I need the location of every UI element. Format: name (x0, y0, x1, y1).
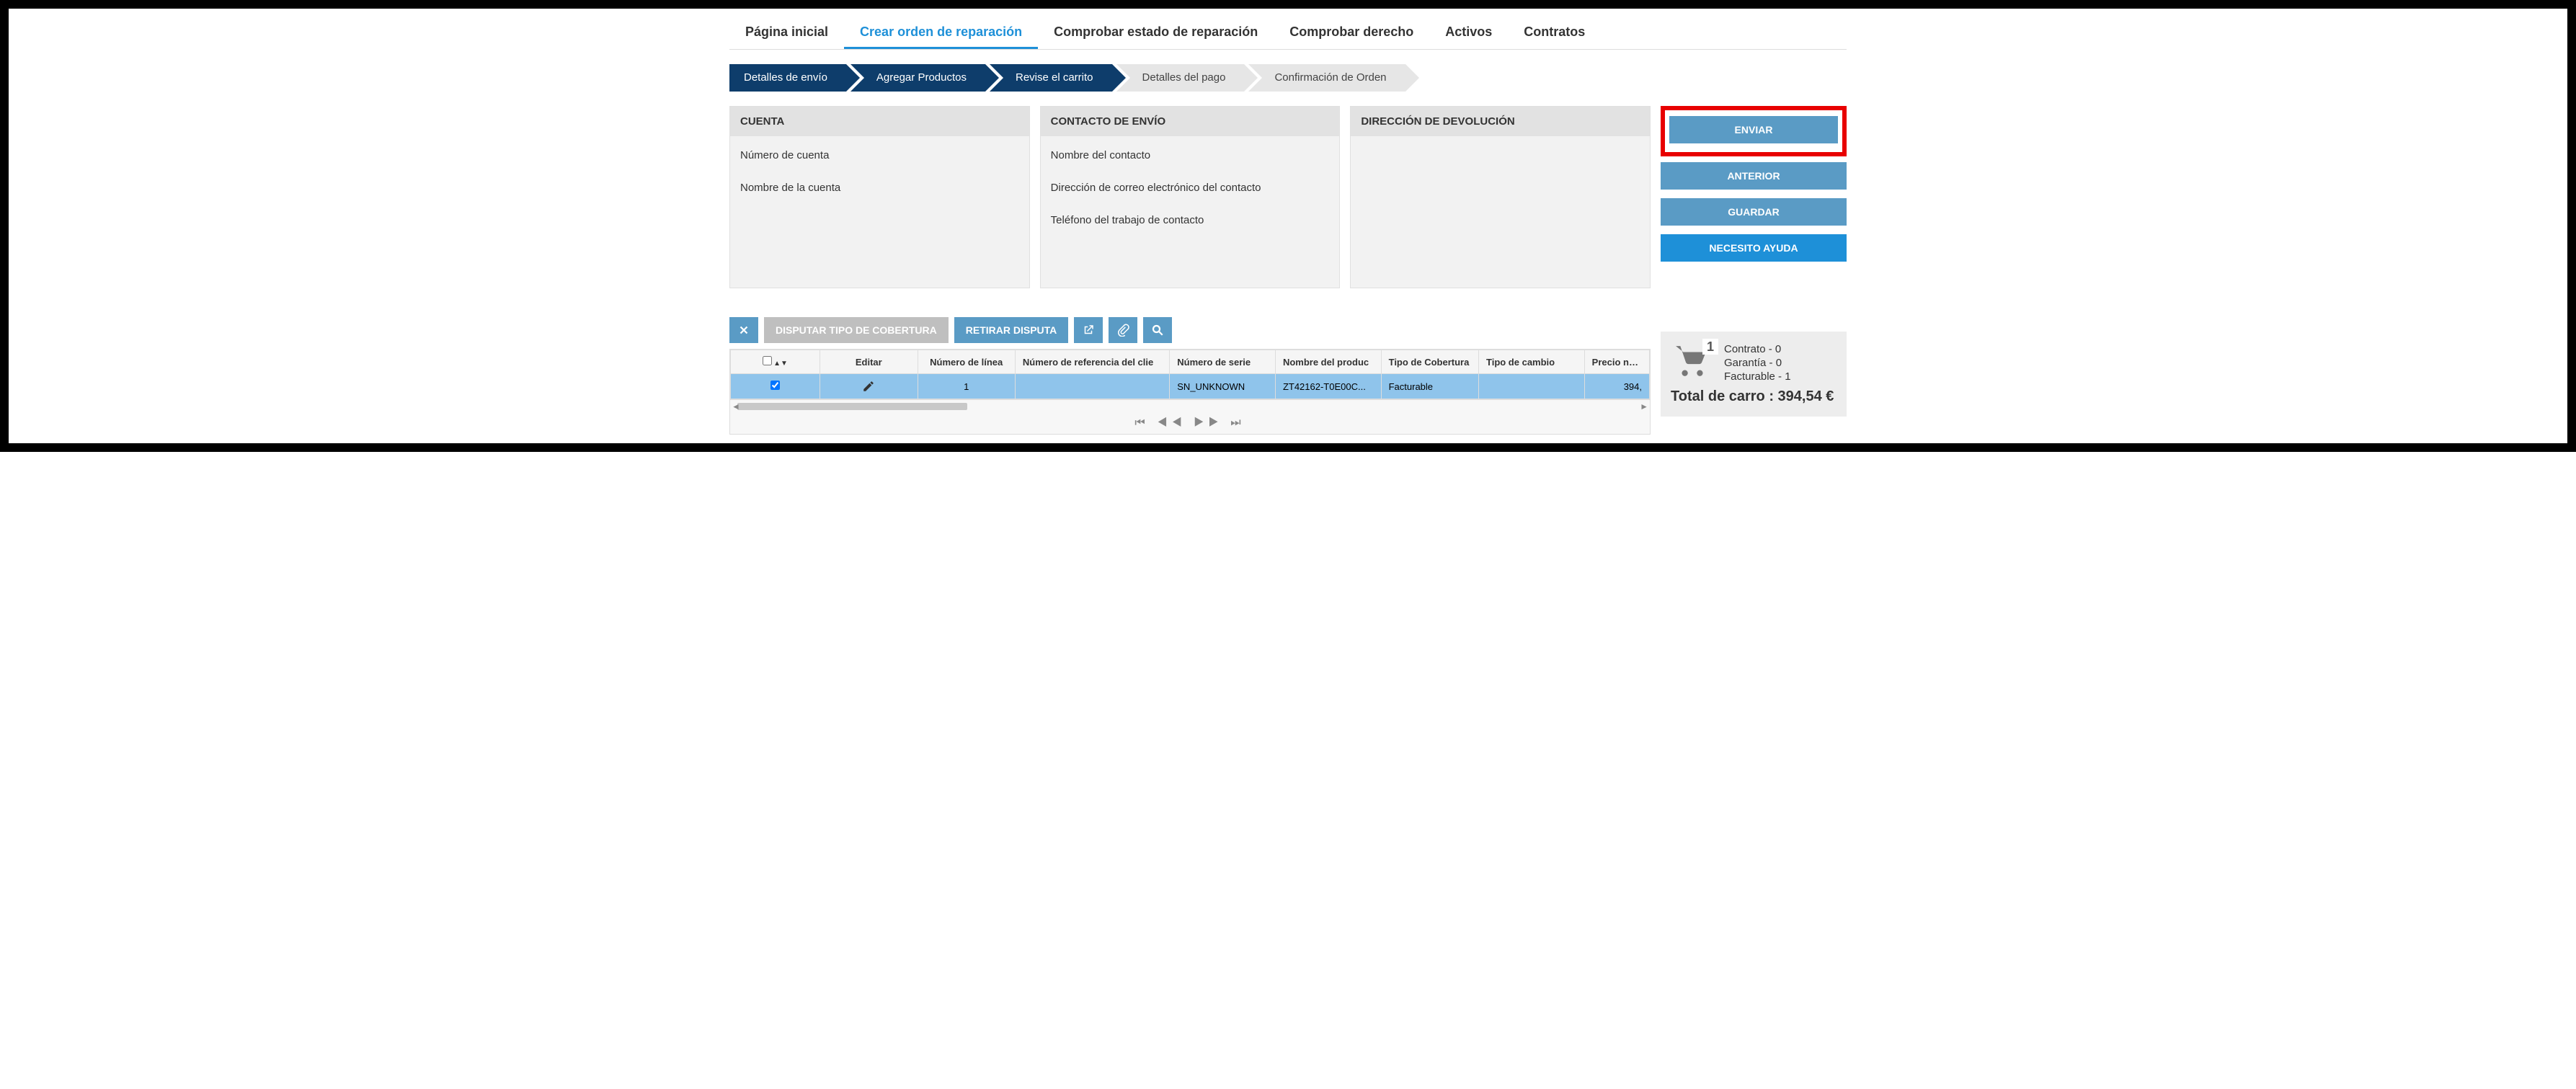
field-nombre-contacto: Nombre del contacto (1051, 149, 1330, 161)
disputar-cobertura-button[interactable]: DISPUTAR TIPO DE COBERTURA (764, 317, 949, 343)
cart-total: Total de carro : 394,54 € (1671, 388, 1836, 405)
enviar-button[interactable]: ENVIAR (1669, 116, 1838, 143)
scrollbar-thumb[interactable] (737, 403, 967, 410)
tab-pagina-inicial[interactable]: Página inicial (729, 17, 844, 49)
table-toolbar: DISPUTAR TIPO DE COBERTURA RETIRAR DISPU… (729, 317, 1651, 343)
cell-referencia (1015, 374, 1169, 399)
tab-comprobar-derecho[interactable]: Comprobar derecho (1274, 17, 1429, 49)
step-agregar-productos[interactable]: Agregar Productos (850, 64, 985, 92)
table-header-row: ▲▼ Editar Número de línea Número de refe… (731, 350, 1650, 374)
cell-cambio (1479, 374, 1585, 399)
top-nav: Página inicial Crear orden de reparación… (729, 17, 1847, 50)
guardar-button[interactable]: GUARDAR (1661, 198, 1847, 226)
attach-button[interactable] (1109, 317, 1137, 343)
enviar-highlight-box: ENVIAR (1661, 106, 1847, 156)
anterior-button[interactable]: ANTERIOR (1661, 162, 1847, 190)
table-pager: ⏮ ◀◀ ▶▶ ⏭ (730, 412, 1650, 434)
header-select-all[interactable]: ▲▼ (731, 350, 820, 374)
panel-direccion: DIRECCIÓN DE DEVOLUCIÓN (1350, 106, 1651, 288)
header-precio-neto[interactable]: Precio neto (1584, 350, 1649, 374)
cart-table: ▲▼ Editar Número de línea Número de refe… (729, 349, 1651, 435)
step-revise-carrito[interactable]: Revise el carrito (990, 64, 1112, 92)
header-tipo-cambio[interactable]: Tipo de cambio (1479, 350, 1585, 374)
paperclip-icon (1116, 324, 1129, 337)
horizontal-scrollbar[interactable]: ◄ ► (730, 399, 1650, 412)
pager-prev-icon[interactable]: ◀◀ (1157, 417, 1186, 429)
scroll-right-icon[interactable]: ► (1640, 401, 1648, 412)
cell-linea: 1 (918, 374, 1015, 399)
tab-contratos[interactable]: Contratos (1508, 17, 1601, 49)
x-icon (737, 324, 750, 337)
cell-checkbox[interactable] (731, 374, 820, 399)
cell-precio: 394, (1584, 374, 1649, 399)
field-nombre-cuenta: Nombre de la cuenta (740, 182, 1019, 194)
cart-icon (1671, 370, 1714, 382)
retirar-disputa-button[interactable]: RETIRAR DISPUTA (954, 317, 1069, 343)
search-button[interactable] (1143, 317, 1172, 343)
field-numero-cuenta: Número de cuenta (740, 149, 1019, 161)
panel-cuenta-title: CUENTA (730, 107, 1029, 136)
step-confirmacion-orden[interactable]: Confirmación de Orden (1248, 64, 1405, 92)
pencil-icon[interactable] (862, 380, 875, 391)
select-all-checkbox[interactable] (763, 356, 772, 365)
header-numero-linea[interactable]: Número de línea (918, 350, 1015, 374)
cart-line-facturable: Facturable - 1 (1724, 370, 1791, 383)
sort-icon[interactable]: ▲▼ (773, 360, 788, 368)
table-row[interactable]: 1 SN_UNKNOWN ZT42162-T0E00C... Facturabl… (731, 374, 1650, 399)
scroll-left-icon[interactable]: ◄ (732, 401, 740, 412)
export-icon (1082, 324, 1095, 337)
cell-producto: ZT42162-T0E00C... (1275, 374, 1381, 399)
cell-serie: SN_UNKNOWN (1170, 374, 1276, 399)
header-tipo-cobertura[interactable]: Tipo de Cobertura (1381, 350, 1478, 374)
field-email-contacto: Dirección de correo electrónico del cont… (1051, 182, 1330, 194)
pager-last-icon[interactable]: ⏭ (1230, 417, 1245, 429)
row-checkbox[interactable] (770, 381, 780, 390)
header-numero-serie[interactable]: Número de serie (1170, 350, 1276, 374)
panel-contacto: CONTACTO DE ENVÍO Nombre del contacto Di… (1040, 106, 1341, 288)
tab-crear-orden[interactable]: Crear orden de reparación (844, 17, 1038, 49)
header-nombre-producto[interactable]: Nombre del produc (1275, 350, 1381, 374)
step-detalles-envio[interactable]: Detalles de envío (729, 64, 846, 92)
pager-next-icon[interactable]: ▶▶ (1194, 417, 1223, 429)
cell-cobertura: Facturable (1381, 374, 1478, 399)
panel-cuenta: CUENTA Número de cuenta Nombre de la cue… (729, 106, 1030, 288)
necesito-ayuda-button[interactable]: NECESITO AYUDA (1661, 234, 1847, 262)
cart-line-contrato: Contrato - 0 (1724, 343, 1791, 355)
search-icon (1151, 324, 1164, 337)
export-button[interactable] (1074, 317, 1103, 343)
header-editar[interactable]: Editar (820, 350, 918, 374)
cart-line-garantia: Garantía - 0 (1724, 357, 1791, 369)
tab-comprobar-estado[interactable]: Comprobar estado de reparación (1038, 17, 1274, 49)
panel-contacto-title: CONTACTO DE ENVÍO (1041, 107, 1340, 136)
pager-first-icon[interactable]: ⏮ (1134, 417, 1149, 429)
cart-badge: 1 (1702, 339, 1718, 355)
step-detalles-pago[interactable]: Detalles del pago (1116, 64, 1245, 92)
panel-direccion-title: DIRECCIÓN DE DEVOLUCIÓN (1351, 107, 1650, 136)
cart-summary: 1 Contrato - 0 Garantía - 0 Facturable -… (1661, 332, 1847, 417)
tab-activos[interactable]: Activos (1429, 17, 1508, 49)
header-referencia-cliente[interactable]: Número de referencia del clie (1015, 350, 1169, 374)
field-telefono-contacto: Teléfono del trabajo de contacto (1051, 214, 1330, 226)
cell-edit[interactable] (820, 374, 918, 399)
clear-button[interactable] (729, 317, 758, 343)
wizard-steps: Detalles de envío Agregar Productos Revi… (729, 64, 1847, 92)
action-buttons-column: ENVIAR ANTERIOR GUARDAR NECESITO AYUDA (1661, 106, 1847, 288)
